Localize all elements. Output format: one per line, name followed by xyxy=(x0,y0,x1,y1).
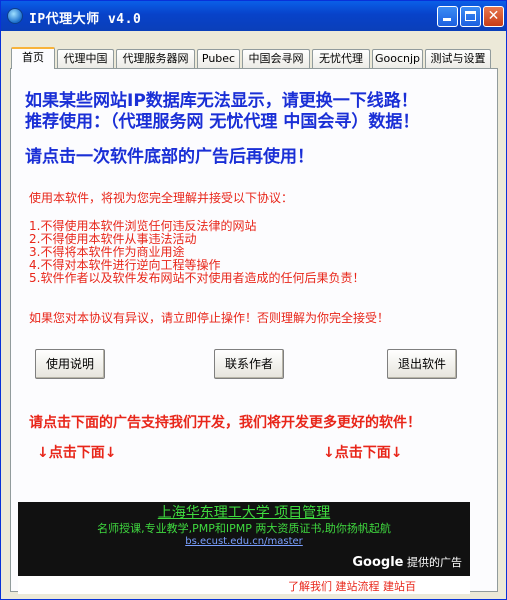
close-icon: ✕ xyxy=(487,8,500,24)
tab-china-huixun[interactable]: 中国会寻网 xyxy=(242,49,310,68)
agreement-item: 5.软件作者以及软件发布网站不对使用者造成的任何后果负责！ xyxy=(29,271,365,285)
maximize-button[interactable] xyxy=(460,6,481,27)
maximize-icon xyxy=(465,11,476,21)
notice-line-3: 请点击一次软件底部的广告后再使用！ xyxy=(25,147,314,167)
tab-proxy-server-net[interactable]: 代理服务器网 xyxy=(116,49,195,68)
contact-author-button[interactable]: 联系作者 xyxy=(214,349,284,379)
ad-bottom-links: 了解我们 建站流程 建站百 xyxy=(288,580,416,593)
tab-wuyou-proxy[interactable]: 无忧代理 xyxy=(312,49,370,68)
exit-button[interactable]: 退出软件 xyxy=(387,349,457,379)
title-bar[interactable]: IP代理大师 v4.0 ✕ xyxy=(1,1,506,31)
google-ads-label[interactable]: Google 提供的广告 xyxy=(352,554,462,570)
tab-strip: 首页 代理中国 代理服务器网 Pubec 中国会寻网 无忧代理 Goocnjp … xyxy=(11,47,498,69)
tab-pubec[interactable]: Pubec xyxy=(197,49,240,68)
minimize-button[interactable] xyxy=(437,6,458,27)
click-below-right: ↓点击下面↓ xyxy=(323,445,403,461)
ad-title-link[interactable]: 上海华东理工大学 项目管理 xyxy=(18,502,470,522)
window-title: IP代理大师 v4.0 xyxy=(29,12,142,27)
app-window: IP代理大师 v4.0 ✕ 首页 代理中国 代理服务器网 Pubec 中国会寻网… xyxy=(0,0,507,600)
tab-test-settings[interactable]: 测试与设置 xyxy=(425,49,491,68)
google-logo: Google xyxy=(352,555,404,570)
ad-bottom-strip[interactable]: 了解我们 建站流程 建站百 xyxy=(18,576,470,594)
google-ad-banner[interactable]: 上海华东理工大学 项目管理 名师授课,专业教学,PMP和IPMP 两大资质证书,… xyxy=(18,502,470,594)
home-panel: 如果某些网站IP数据库无法显示，请更换一下线路！ 推荐使用：（代理服务网 无忧代… xyxy=(10,68,498,594)
agreement-outro: 如果您对本协议有异议，请立即停止操作！否则理解为你完全接受！ xyxy=(29,311,390,325)
tab-home[interactable]: 首页 xyxy=(11,47,55,69)
notice-line-2: 推荐使用：（代理服务网 无忧代理 中国会寻）数据！ xyxy=(25,112,420,132)
help-button[interactable]: 使用说明 xyxy=(35,349,105,379)
minimize-icon xyxy=(443,18,451,21)
click-below-left: ↓点击下面↓ xyxy=(37,445,117,461)
tab-proxy-china[interactable]: 代理中国 xyxy=(57,49,114,68)
ad-description: 名师授课,专业教学,PMP和IPMP 两大资质证书,助你扬帆起航 xyxy=(97,522,391,535)
tab-goocnjp[interactable]: Goocnjp xyxy=(372,49,423,68)
agreement-intro: 使用本软件，将视为您完全理解并接受以下协议： xyxy=(29,191,294,205)
google-ads-suffix: 提供的广告 xyxy=(407,556,462,569)
ad-url-link[interactable]: bs.ecust.edu.cn/master xyxy=(18,536,470,547)
ad-support-message: 请点击下面的广告支持我们开发，我们将开发更多更好的软件！ xyxy=(29,415,421,431)
app-globe-icon xyxy=(7,8,23,24)
close-button[interactable]: ✕ xyxy=(483,6,504,27)
